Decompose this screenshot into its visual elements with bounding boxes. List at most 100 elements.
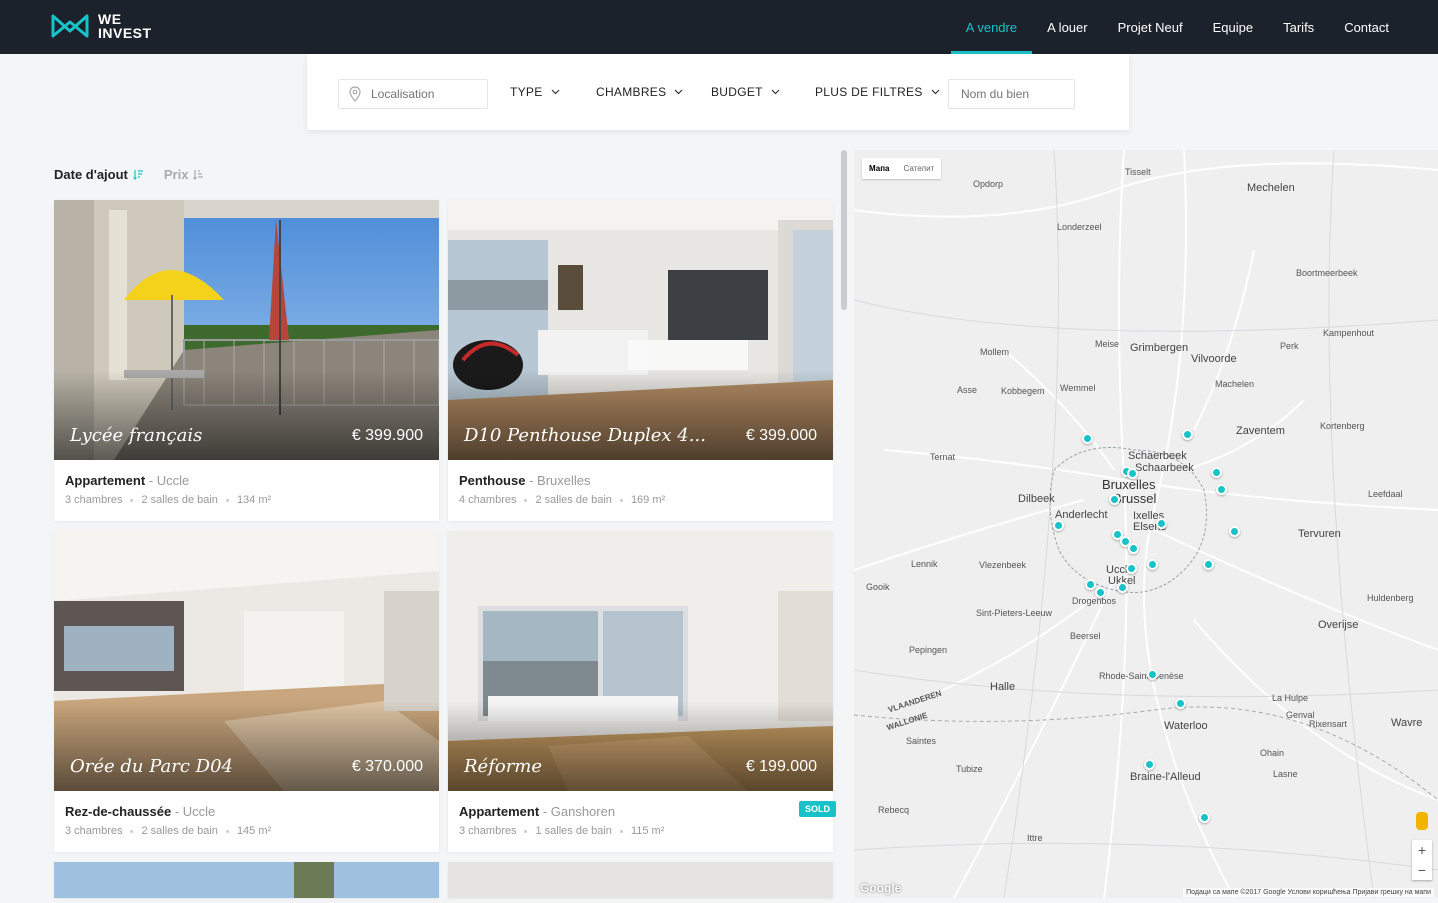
listing-card[interactable]: Réforme € 199.000 Appartement - Ganshore… <box>448 531 836 852</box>
map-pin[interactable] <box>1085 579 1096 590</box>
listing-card[interactable]: Lycée français € 399.900 Appartement - U… <box>54 200 439 521</box>
map-pin[interactable] <box>1082 433 1093 444</box>
map-label-londerzeel: Londerzeel <box>1057 222 1102 232</box>
property-name-input[interactable] <box>961 87 1061 101</box>
listing-card[interactable] <box>448 862 833 898</box>
map-label-gooik: Gooik <box>866 582 890 592</box>
map-label-boortmeerbeek: Boortmeerbeek <box>1296 268 1358 278</box>
map-label-zaventem: Zaventem <box>1236 425 1285 437</box>
budget-dropdown[interactable]: BUDGET <box>711 85 780 99</box>
more-filters-dropdown[interactable]: PLUS DE FILTRES <box>815 85 940 99</box>
listing-title: D10 Penthouse Duplex 4... <box>464 425 706 446</box>
map-pin[interactable] <box>1229 526 1240 537</box>
map-label-grimbergen: Grimbergen <box>1130 342 1189 354</box>
zoom-in-button[interactable]: + <box>1412 840 1432 860</box>
separator-dot <box>225 498 229 502</box>
top-header: WE INVEST A vendre A louer Projet Neuf E… <box>0 0 1438 54</box>
map-label-mechelen: Mechelen <box>1247 182 1295 194</box>
map-pin[interactable] <box>1128 543 1139 554</box>
nav-contact[interactable]: Contact <box>1329 0 1404 54</box>
map-label-rhode: Rhode-Saint-Genèse <box>1099 671 1184 681</box>
map-label-mollem: Mollem <box>980 347 1010 357</box>
listing-price: € 399.000 <box>745 427 817 444</box>
map-type-map[interactable]: Мапа <box>862 158 897 179</box>
sold-badge: SOLD <box>798 801 836 817</box>
sort-by-date[interactable]: Date d'ajout <box>54 167 144 182</box>
map-label-wavre: Wavre <box>1391 717 1423 729</box>
street-view-pegman-icon[interactable] <box>1416 812 1428 830</box>
map-label-rebecq: Rebecq <box>878 805 910 815</box>
listing-photo: Réforme € 199.000 <box>448 531 833 791</box>
sort-by-price[interactable]: Prix <box>164 167 205 182</box>
nav-projet-neuf[interactable]: Projet Neuf <box>1103 0 1198 54</box>
property-name-field[interactable] <box>948 79 1075 109</box>
listing-type: Appartement - Ganshoren <box>459 804 615 819</box>
budget-dropdown-label: BUDGET <box>711 85 763 99</box>
map-label-anderlecht: Anderlecht <box>1055 509 1108 521</box>
listing-photo-partial <box>54 862 439 898</box>
separator-dot <box>130 829 134 833</box>
listing-area: 134 m² <box>236 494 272 506</box>
separator-dot <box>130 498 134 502</box>
list-scrollbar[interactable] <box>841 150 847 310</box>
map-pin[interactable] <box>1126 563 1137 574</box>
type-dropdown[interactable]: TYPE <box>510 85 560 99</box>
map-pin[interactable] <box>1144 759 1155 770</box>
listing-type-label: Rez-de-chaussée <box>65 804 172 819</box>
map-pin[interactable] <box>1156 518 1167 529</box>
map-panel[interactable]: Мапа Сателит Tisselt Opdorp Mechelen Lon… <box>854 150 1438 898</box>
map-pin[interactable] <box>1211 467 1222 478</box>
listing-baths: 2 salles de bain <box>535 494 612 506</box>
map-pin[interactable] <box>1175 698 1186 709</box>
more-filters-label: PLUS DE FILTRES <box>815 85 923 99</box>
listing-title: Lycée français <box>70 425 203 446</box>
chevron-down-icon <box>931 89 940 95</box>
map-pin[interactable] <box>1127 468 1138 479</box>
map-label-overijse: Overijse <box>1318 619 1359 631</box>
map-pin[interactable] <box>1095 587 1106 598</box>
listing-type: Rez-de-chaussée - Uccle <box>65 804 215 819</box>
listing-area: 145 m² <box>236 825 272 837</box>
listing-card[interactable]: Orée du Parc D04 € 370.000 Rez-de-chauss… <box>54 531 439 852</box>
map-pin[interactable] <box>1109 494 1120 505</box>
rooms-dropdown[interactable]: CHAMBRES <box>596 85 683 99</box>
map-label-dilbeek: Dilbeek <box>1018 493 1055 505</box>
map-pin[interactable] <box>1147 559 1158 570</box>
nav-equipe[interactable]: Equipe <box>1198 0 1268 54</box>
nav-a-vendre[interactable]: A vendre <box>950 0 1033 54</box>
map-label-vlezenbeek: Vlezenbeek <box>979 560 1027 570</box>
brand-logo[interactable]: WE INVEST <box>50 12 152 40</box>
map-label-halle: Halle <box>990 681 1016 693</box>
listing-rooms: 3 chambres <box>459 825 517 837</box>
map-pin[interactable] <box>1147 669 1158 680</box>
listing-card[interactable]: D10 Penthouse Duplex 4... € 399.000 Pent… <box>448 200 833 521</box>
map-pin[interactable] <box>1182 429 1193 440</box>
listing-photo: Lycée français € 399.900 <box>54 200 439 460</box>
nav-a-louer[interactable]: A louer <box>1032 0 1102 54</box>
map-pin[interactable] <box>1053 520 1064 531</box>
map-pin[interactable] <box>1216 484 1227 495</box>
map-attribution[interactable]: Подаци са мапе ©2017 Google Услови кориш… <box>1183 888 1434 897</box>
separator-dot <box>524 829 528 833</box>
map-label-kortenberg: Kortenberg <box>1320 421 1365 431</box>
map-label-lennik: Lennik <box>911 559 938 569</box>
location-field[interactable] <box>338 79 488 109</box>
map-type-satellite[interactable]: Сателит <box>897 158 942 179</box>
map-label-tubize: Tubize <box>956 764 983 774</box>
map-pin[interactable] <box>1117 582 1128 593</box>
map-label-sppl: Sint-Pieters-Leeuw <box>976 608 1053 618</box>
listing-card[interactable] <box>54 862 439 898</box>
chevron-down-icon <box>771 89 780 95</box>
listing-specs: 3 chambres 1 salles de bain 115 m² <box>459 825 664 837</box>
map-label-ohain: Ohain <box>1260 748 1285 758</box>
zoom-out-button[interactable]: − <box>1412 860 1432 880</box>
chevron-down-icon <box>674 89 683 95</box>
location-input[interactable] <box>371 87 471 101</box>
map-pin[interactable] <box>1199 812 1210 823</box>
map-pin[interactable] <box>1203 559 1214 570</box>
nav-tarifs[interactable]: Tarifs <box>1268 0 1329 54</box>
listing-title: Orée du Parc D04 <box>70 756 234 777</box>
listing-location: - Uccle <box>148 473 190 488</box>
map-label-huldenberg: Huldenberg <box>1367 593 1414 603</box>
map-label-kobbegem: Kobbegem <box>1001 386 1045 396</box>
